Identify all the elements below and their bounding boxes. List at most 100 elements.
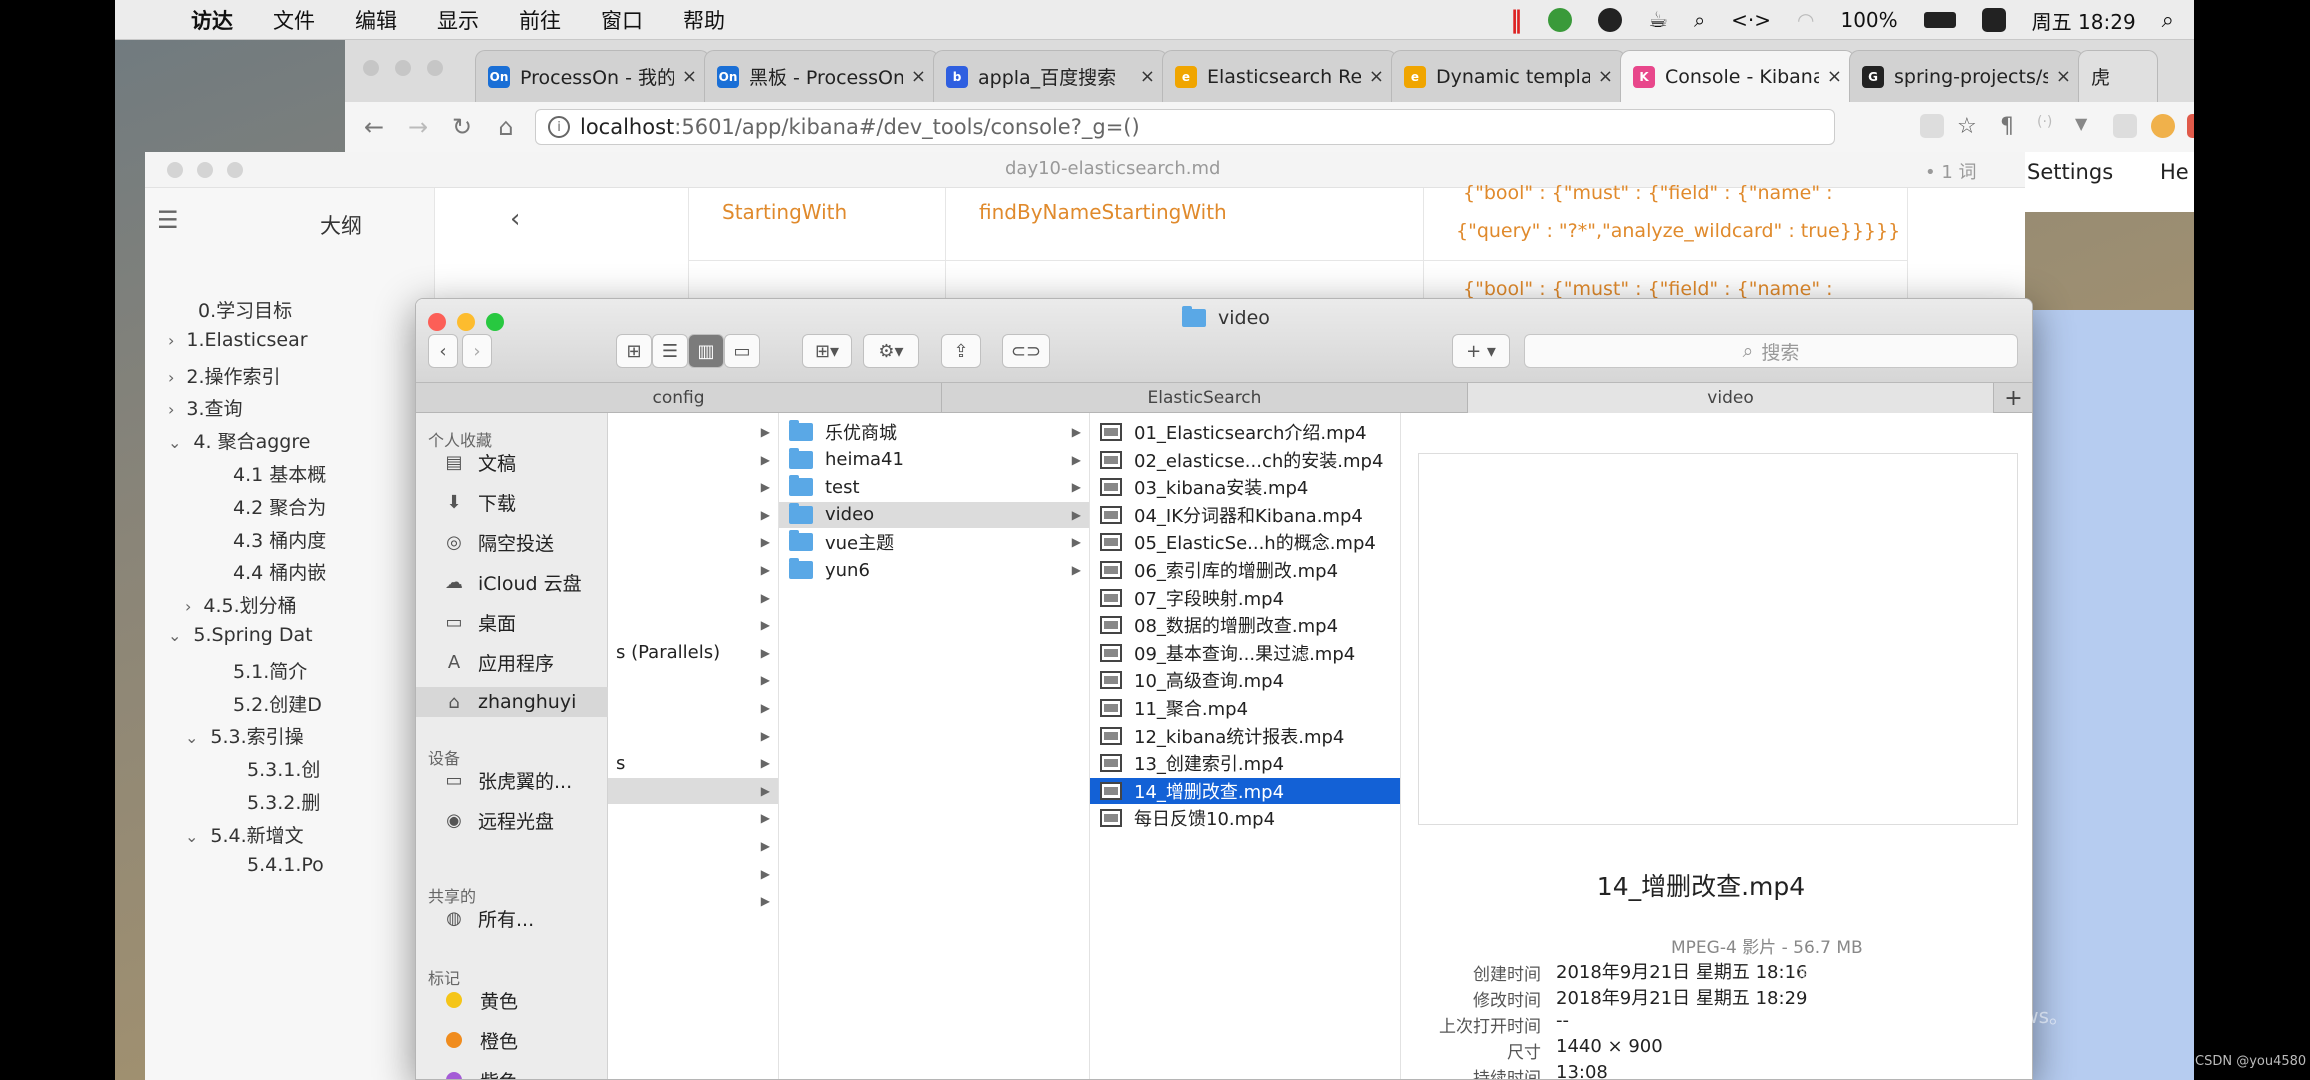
tab-video[interactable]: video [1468,383,1994,413]
file-row[interactable]: 14_增删改查.mp4 [1090,777,1400,804]
tab-6[interactable]: Gspring-projects/s × [1849,50,2084,102]
aperture-icon[interactable] [1598,8,1623,32]
folder-row[interactable]: vue主题 ▶ [779,529,1089,555]
table-cell-query-2[interactable]: {"query" : "?*","analyze_wildcard" : tru… [1456,220,1900,242]
toc-item[interactable]: ⌄ 4. 聚合aggre [168,427,310,454]
toc-item[interactable]: ⌄ 5.4.新增文 [185,821,304,848]
tab-close-icon[interactable]: × [911,66,926,87]
upload-icon[interactable] [1548,8,1573,32]
sidebar-item[interactable]: ◎ 隔空投送 [442,527,554,557]
folder-row[interactable]: video ▶ [779,501,1089,528]
chevron-down-icon[interactable]: ⌄ [168,433,181,452]
kibana-settings-link[interactable]: Settings [2027,160,2113,184]
minimize-icon[interactable] [197,162,213,178]
sidebar-item[interactable]: ⌂ zhanghuyi [416,687,608,717]
zoom-icon[interactable] [227,162,243,178]
close-icon[interactable] [428,313,446,331]
gallery-view-button[interactable]: ▭ [724,334,760,368]
sidebar-item[interactable]: ☁ iCloud 云盘 [442,567,582,597]
tab-close-icon[interactable]: × [2056,66,2071,87]
share-button[interactable]: ⇪ [941,334,981,368]
parent-row[interactable]: ▶ [608,777,778,804]
tab-overflow[interactable]: 虎 [2078,50,2158,102]
parent-row[interactable]: ▶ [608,557,778,583]
folder-row[interactable]: heima41 ▶ [779,447,1089,473]
toc-item[interactable]: 4.3 桶内度 [233,526,326,553]
parent-row[interactable]: ▶ [608,529,778,555]
scan-icon[interactable]: ⌕ [1694,8,1705,32]
toc-item[interactable]: 5.3.1.创 [247,755,320,782]
toc-item[interactable]: 5.2.创建D [233,690,322,717]
file-row[interactable]: 12_kibana统计报表.mp4 [1090,723,1400,749]
close-icon[interactable] [167,162,183,178]
collapse-icon[interactable]: ‹ [510,204,520,234]
parent-row[interactable]: ▶ [608,667,778,693]
tab-1[interactable]: On 黑板 - ProcessOn × [704,50,939,102]
clock[interactable]: 周五 18:29 [2032,6,2136,35]
folder-row[interactable]: test ▶ [779,474,1089,500]
wifi-icon[interactable]: ◠ [1797,8,1814,32]
toc-item[interactable]: › 1.Elasticsear [168,329,308,351]
spotlight-icon[interactable]: ⌕ [2162,8,2174,33]
doc-title[interactable]: day10-elasticsearch.md [1005,158,1220,179]
parent-row[interactable]: ▶ [608,447,778,473]
file-row[interactable]: 每日反馈10.mp4 [1090,805,1400,831]
tab-2[interactable]: b appla_百度搜索 × [933,50,1168,102]
tab-config[interactable]: config [416,383,942,413]
parallels-icon[interactable]: ‖ [1510,6,1522,34]
tab-close-icon[interactable]: × [1827,66,1842,87]
ext-puzzle-icon[interactable] [2113,114,2137,138]
sidebar-item[interactable]: 黄色 [442,985,518,1015]
toc-item[interactable]: 4.1 基本概 [233,460,326,487]
file-row[interactable]: 13_创建索引.mp4 [1090,750,1400,776]
sidebar-item[interactable]: 橙色 [442,1025,518,1055]
back-button[interactable]: ‹ [428,334,458,368]
kibana-help-link[interactable]: He [2160,160,2189,184]
chevron-right-icon[interactable]: › [185,597,191,616]
outline-toggle-icon[interactable]: ☰ [157,206,179,234]
toc-item[interactable]: › 4.5.划分桶 [185,591,297,618]
folder-row[interactable]: 乐优商城 ▶ [779,419,1089,445]
folder-row[interactable]: yun6 ▶ [779,557,1089,583]
chevron-down-icon[interactable]: ⌄ [185,827,198,846]
parent-row[interactable]: ▶ [608,861,778,887]
chevron-down-icon[interactable]: ⌄ [168,626,181,645]
tag-button[interactable]: ⊂⊃ [1002,334,1050,368]
file-row[interactable]: 03_kibana安装.mp4 [1090,474,1400,500]
file-row[interactable]: 09_基本查询...果过滤.mp4 [1090,640,1400,666]
chevron-down-icon[interactable]: ⌄ [185,728,198,747]
star-icon[interactable]: ☆ [1957,114,1981,139]
file-row[interactable]: 07_字段映射.mp4 [1090,585,1400,611]
toc-item[interactable]: ⌄ 5.Spring Dat [168,624,313,646]
tab-3[interactable]: e Elasticsearch Ref × [1162,50,1397,102]
parent-row[interactable]: ▶ [608,833,778,859]
menu-window[interactable]: 窗口 [601,5,643,35]
translate-icon[interactable] [1920,114,1944,138]
add-button[interactable]: + ▾ [1452,334,1510,368]
chevron-right-icon[interactable]: › [168,368,174,387]
s-app-icon[interactable] [1981,8,2006,32]
parent-row[interactable]: ▶ [608,502,778,528]
file-row[interactable]: 10_高级查询.mp4 [1090,667,1400,693]
chevron-right-icon[interactable]: › [168,331,174,350]
sidebar-item[interactable]: ▤ 文稿 [442,447,516,477]
file-row[interactable]: 08_数据的增删改查.mp4 [1090,612,1400,638]
icon-view-button[interactable]: ⊞ [616,334,652,368]
reload-icon[interactable]: ↻ [447,113,477,141]
ext-cookie-icon[interactable] [2151,114,2175,138]
toc-item[interactable]: 5.3.2.删 [247,788,320,815]
tab-4[interactable]: e Dynamic template × [1391,50,1626,102]
chevron-right-icon[interactable]: › [168,400,174,419]
file-row[interactable]: 05_ElasticSe...h的概念.mp4 [1090,529,1400,555]
file-row[interactable]: 01_Elasticsearch介绍.mp4 [1090,419,1400,445]
toc-item[interactable]: 4.4 桶内嵌 [233,558,326,585]
parent-row[interactable]: ▶ [608,585,778,611]
sidebar-item[interactable]: ⬇ 下载 [442,487,516,517]
url-bar[interactable]: i localhost :5601/app/kibana#/dev_tools/… [535,109,1835,145]
parent-row[interactable]: s ▶ [608,750,778,776]
tab-close-icon[interactable]: × [682,66,697,87]
parent-row[interactable]: ▶ [608,805,778,831]
menu-go[interactable]: 前往 [519,5,561,35]
parent-row[interactable]: ▶ [608,474,778,500]
file-row[interactable]: 04_IK分词器和Kibana.mp4 [1090,502,1400,528]
